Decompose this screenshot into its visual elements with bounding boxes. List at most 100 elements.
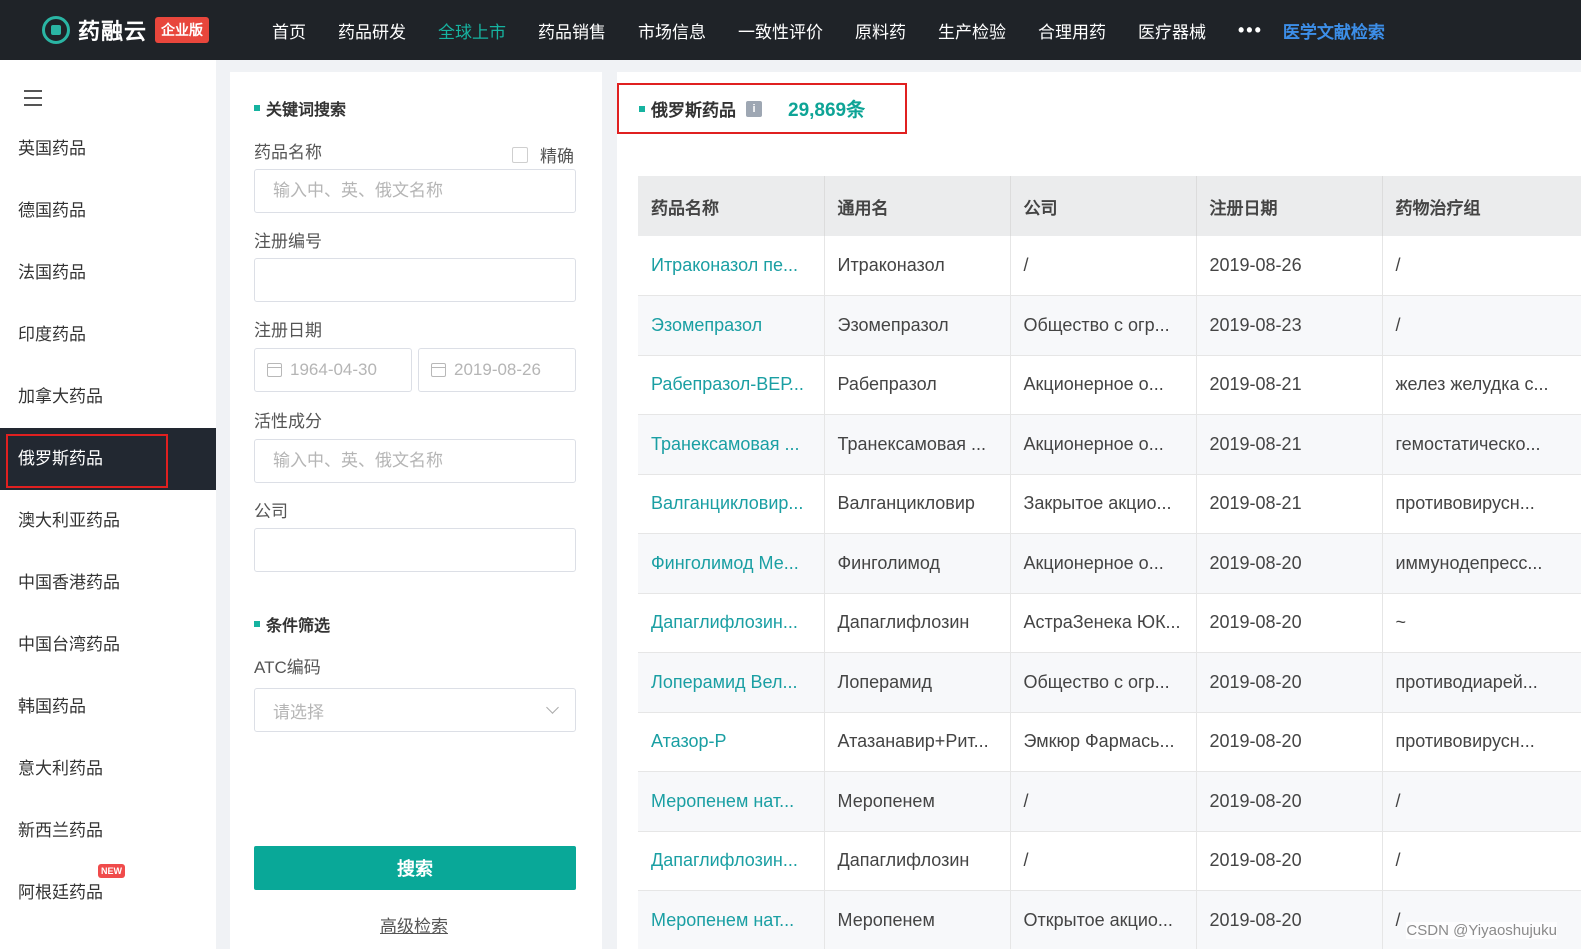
sidebar-item-germany[interactable]: 德国药品 xyxy=(0,180,216,242)
keyword-search-title: 关键词搜索 xyxy=(254,96,346,120)
drug-name-input[interactable] xyxy=(254,169,576,213)
sidebar-item-italy[interactable]: 意大利药品 xyxy=(0,738,216,800)
sidebar-item-australia[interactable]: 澳大利亚药品 xyxy=(0,490,216,552)
cell-drug-name[interactable]: Рабепразол-ВЕР... xyxy=(638,355,825,415)
nav-item-rnd[interactable]: 药品研发 xyxy=(338,18,406,43)
sidebar-item-uk[interactable]: 英国药品 xyxy=(0,118,216,180)
results-count: 29,869条 xyxy=(788,100,866,121)
cell-reg-date: 2019-08-20 xyxy=(1196,593,1383,653)
sidebar-item-canada[interactable]: 加拿大药品 xyxy=(0,366,216,428)
cell-therapy-group: гемостатическо... xyxy=(1382,414,1581,475)
date-end-picker[interactable]: 2019-08-26 xyxy=(418,348,576,392)
cell-reg-date: 2019-08-21 xyxy=(1196,414,1383,475)
col-header-drug-name[interactable]: 药品名称 xyxy=(638,176,825,236)
cell-reg-date: 2019-08-20 xyxy=(1196,712,1383,772)
sidebar-item-newzealand[interactable]: 新西兰药品 xyxy=(0,800,216,862)
cell-company: Акционерное о... xyxy=(1010,533,1197,594)
cell-drug-name[interactable]: Итраконазол пе... xyxy=(638,236,825,296)
table-row[interactable]: Лоперамид Вел... Лоперамид Общество с огр.… xyxy=(638,652,1581,713)
info-icon[interactable]: i xyxy=(746,100,762,117)
sidebar-item-india[interactable]: 印度药品 xyxy=(0,304,216,366)
sidebar-item-russia[interactable]: 俄罗斯药品 xyxy=(0,428,216,490)
filter-panel: 关键词搜索 药品名称 精确 注册编号 注册日期 1964-04-30 2019-… xyxy=(230,72,602,949)
cell-drug-name[interactable]: Эзомепразол xyxy=(638,295,825,356)
table-row[interactable]: Итраконазол пе... Итраконазол/2019-08-26/ xyxy=(638,236,1581,296)
nav-item-literature[interactable]: 医学文献检索 xyxy=(1283,18,1385,43)
cell-reg-date: 2019-08-20 xyxy=(1196,771,1383,832)
nav-item-home[interactable]: 首页 xyxy=(272,18,306,43)
cell-drug-name[interactable]: Финголимод Ме... xyxy=(638,533,825,594)
col-header-therapy-group[interactable]: 药物治疗组 xyxy=(1382,176,1581,236)
nav-item-global-market[interactable]: 全球上市 xyxy=(438,18,506,43)
cell-company: Открытое акцио... xyxy=(1010,890,1197,949)
cell-therapy-group: / xyxy=(1382,236,1581,296)
results-table: 药品名称 通用名 公司 注册日期 药物治疗组 Итраконазол пе...… xyxy=(638,176,1581,949)
table-row[interactable]: Меропенем нат... Меропенем Открытое акцио.… xyxy=(638,890,1581,949)
sidebar-item-korea[interactable]: 韩国药品 xyxy=(0,676,216,738)
col-header-company[interactable]: 公司 xyxy=(1010,176,1197,236)
cell-generic-name: Атазанавир+Рит... xyxy=(824,712,1011,772)
table-row[interactable]: Дапаглифлозин... Дапаглифлозин АстраЗенека… xyxy=(638,593,1581,653)
chevron-down-icon xyxy=(546,701,559,714)
menu-toggle-icon[interactable] xyxy=(24,90,44,106)
cell-reg-date: 2019-08-20 xyxy=(1196,890,1383,949)
cell-drug-name[interactable]: Дапаглифлозин... xyxy=(638,831,825,891)
table-row[interactable]: Меропенем нат... Меропенем/2019-08-20/ xyxy=(638,771,1581,832)
nav-item-consistency[interactable]: 一致性评价 xyxy=(738,18,823,43)
company-input[interactable] xyxy=(254,528,576,572)
table-row[interactable]: Финголимод Ме... Финголимод Акционерное о.… xyxy=(638,533,1581,594)
sidebar-item-taiwan[interactable]: 中国台湾药品 xyxy=(0,614,216,676)
date-start-value: 1964-04-30 xyxy=(290,360,377,379)
results-panel: 俄罗斯药品 i 29,869条 药品名称 通用名 公司 注册日期 药物治疗组 И… xyxy=(617,72,1581,949)
logo[interactable]: 药融云 企业版 xyxy=(42,14,264,46)
advanced-search-link[interactable]: 高级检索 xyxy=(380,912,448,937)
table-row[interactable]: Рабепразол-ВЕР... Рабепразол Акционерное о… xyxy=(638,355,1581,415)
cell-therapy-group: / xyxy=(1382,771,1581,832)
cell-therapy-group: противодиарей... xyxy=(1382,652,1581,713)
cell-drug-name[interactable]: Лоперамид Вел... xyxy=(638,652,825,713)
cell-drug-name[interactable]: Транексамовая ... xyxy=(638,414,825,475)
exact-checkbox[interactable] xyxy=(512,146,528,163)
nav-item-rational-use[interactable]: 合理用药 xyxy=(1038,18,1106,43)
ingredient-input[interactable] xyxy=(254,439,576,483)
table-row[interactable]: Эзомепразол Эзомепразол Общество с огр... 2… xyxy=(638,295,1581,356)
cell-drug-name[interactable]: Меропенем нат... xyxy=(638,890,825,949)
col-header-reg-date[interactable]: 注册日期 xyxy=(1196,176,1383,236)
reg-no-input[interactable] xyxy=(254,258,576,302)
nav-item-production[interactable]: 生产检验 xyxy=(938,18,1006,43)
table-row[interactable]: Атазор-Р Атазанавир+Рит... Эмкюр Фармась..… xyxy=(638,712,1581,772)
reg-no-label: 注册编号 xyxy=(254,232,322,251)
cell-drug-name[interactable]: Дапаглифлозин... xyxy=(638,593,825,653)
cell-drug-name[interactable]: Атазор-Р xyxy=(638,712,825,772)
condition-filter-title: 条件筛选 xyxy=(254,612,330,636)
top-nav-bar: 药融云 企业版 首页 药品研发 全球上市 药品销售 市场信息 一致性评价 原料药… xyxy=(0,0,1581,60)
cell-generic-name: Финголимод xyxy=(824,533,1011,594)
cell-generic-name: Дапаглифлозин xyxy=(824,593,1011,653)
date-start-picker[interactable]: 1964-04-30 xyxy=(254,348,412,392)
atc-select[interactable]: 请选择 xyxy=(254,688,576,732)
cell-generic-name: Эзомепразол xyxy=(824,295,1011,356)
atc-placeholder: 请选择 xyxy=(273,702,324,722)
cell-reg-date: 2019-08-21 xyxy=(1196,355,1383,415)
nav-item-market-info[interactable]: 市场信息 xyxy=(638,18,706,43)
cell-generic-name: Рабепразол xyxy=(824,355,1011,415)
table-row[interactable]: Транексамовая ... Транексамовая ... Акцион… xyxy=(638,414,1581,475)
table-row[interactable]: Дапаглифлозин... Дапаглифлозин/2019-08-20… xyxy=(638,831,1581,891)
cell-drug-name[interactable]: Меропенем нат... xyxy=(638,771,825,832)
exact-match-toggle[interactable]: 精确 xyxy=(512,142,574,167)
cell-drug-name[interactable]: Валганцикловир... xyxy=(638,474,825,534)
nav-item-api[interactable]: 原料药 xyxy=(855,18,906,43)
table-row[interactable]: Валганцикловир... Валганцикловир Закрытое … xyxy=(638,474,1581,534)
more-icon[interactable]: ••• xyxy=(1238,20,1263,41)
cell-generic-name: Лоперамид xyxy=(824,652,1011,713)
sidebar-item-france[interactable]: 法国药品 xyxy=(0,242,216,304)
nav-item-sales[interactable]: 药品销售 xyxy=(538,18,606,43)
col-header-generic-name[interactable]: 通用名 xyxy=(824,176,1011,236)
cell-therapy-group: желез желудка с... xyxy=(1382,355,1581,415)
search-button[interactable]: 搜索 xyxy=(254,846,576,890)
nav-item-devices[interactable]: 医疗器械 xyxy=(1138,18,1206,43)
cell-company: Акционерное о... xyxy=(1010,414,1197,475)
cell-therapy-group: / xyxy=(1382,295,1581,356)
sidebar-item-argentina[interactable]: 阿根廷药品 NEW xyxy=(0,862,216,924)
sidebar-item-hongkong[interactable]: 中国香港药品 xyxy=(0,552,216,614)
